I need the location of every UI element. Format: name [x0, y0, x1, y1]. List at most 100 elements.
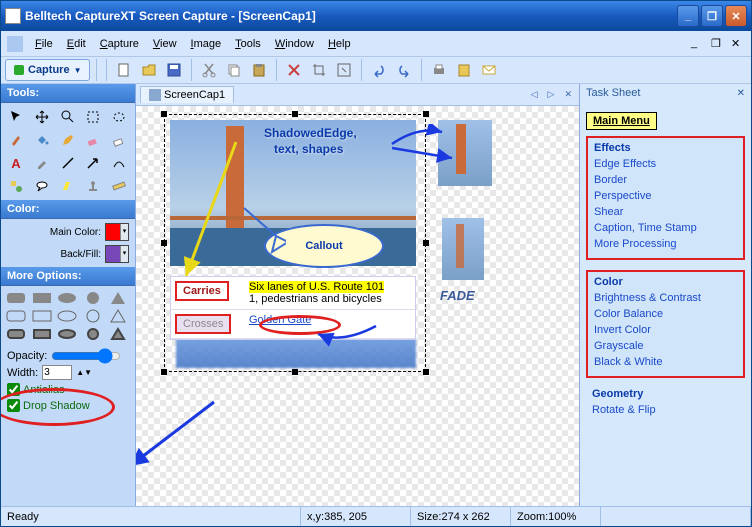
task-link[interactable]: Black & White — [594, 354, 737, 370]
menu-file[interactable]: File — [29, 36, 59, 52]
select-ellipse-tool[interactable] — [107, 106, 131, 128]
task-panel: Task Sheet ✕ Main Menu Effects Edge Effe… — [579, 84, 751, 506]
menu-view[interactable]: View — [147, 36, 183, 52]
menu-image[interactable]: Image — [185, 36, 228, 52]
main-color-label: Main Color: — [7, 227, 101, 238]
shape-rect-fill[interactable] — [31, 290, 53, 306]
golden-gate-link[interactable]: Golden Gate — [249, 314, 311, 326]
print-button[interactable] — [428, 59, 450, 81]
undo-button[interactable] — [368, 59, 390, 81]
main-color-swatch[interactable]: ▾ — [105, 223, 129, 241]
shape-ellipse-outline[interactable] — [56, 308, 78, 324]
select-rect-tool[interactable] — [81, 106, 105, 128]
mdi-restore[interactable]: ❐ — [711, 37, 725, 51]
canvas[interactable]: ShadowedEdge, text, shapes Callout Carri… — [136, 106, 579, 506]
maximize-button[interactable]: ❐ — [701, 5, 723, 27]
document-tab[interactable]: ScreenCap1 — [140, 86, 234, 103]
copy-button[interactable] — [223, 59, 245, 81]
shape-ellipse-fill[interactable] — [56, 290, 78, 306]
tab-prev[interactable]: ◁ — [528, 89, 541, 100]
antialias-checkbox[interactable] — [7, 383, 20, 396]
cut-button[interactable] — [198, 59, 220, 81]
tab-next[interactable]: ▷ — [545, 89, 558, 100]
task-link[interactable]: Invert Color — [594, 322, 737, 338]
task-link[interactable]: Perspective — [594, 188, 737, 204]
status-coords: x,y:385, 205 — [301, 507, 411, 526]
task-link[interactable]: Rotate & Flip — [592, 402, 739, 418]
shape-rect-thick[interactable] — [31, 326, 53, 342]
document-tabbar: ScreenCap1 ◁ ▷ ✕ — [136, 84, 579, 106]
measure-tool[interactable] — [107, 175, 131, 197]
crop-button[interactable] — [308, 59, 330, 81]
task-link[interactable]: Caption, Time Stamp — [594, 220, 737, 236]
stamp-tool[interactable] — [81, 175, 105, 197]
tab-label: ScreenCap1 — [164, 89, 225, 101]
shape-ellipse-thick[interactable] — [56, 326, 78, 342]
brush-tool[interactable] — [4, 129, 28, 151]
redo-button[interactable] — [393, 59, 415, 81]
capture-dot-icon — [14, 65, 24, 75]
mdi-minimize[interactable]: _ — [691, 37, 705, 51]
task-link[interactable]: Grayscale — [594, 338, 737, 354]
status-ready: Ready — [1, 507, 301, 526]
tab-close[interactable]: ✕ — [561, 89, 575, 100]
clipboard-button[interactable] — [453, 59, 475, 81]
task-link[interactable]: Edge Effects — [594, 156, 737, 172]
minimize-button[interactable]: _ — [677, 5, 699, 27]
shape-rect-outline[interactable] — [31, 308, 53, 324]
task-link[interactable]: Color Balance — [594, 306, 737, 322]
eraser2-tool[interactable] — [81, 129, 105, 151]
menu-tools[interactable]: Tools — [229, 36, 267, 52]
callout-tool[interactable] — [30, 175, 54, 197]
pencil-tool[interactable] — [56, 129, 80, 151]
shadow-annotation-l1: ShadowedEdge, — [264, 126, 357, 140]
shape-circle-outline[interactable] — [82, 308, 104, 324]
menu-edit[interactable]: Edit — [61, 36, 92, 52]
menu-help[interactable]: Help — [322, 36, 357, 52]
menu-capture[interactable]: Capture — [94, 36, 145, 52]
image-shadow — [176, 338, 416, 368]
save-button[interactable] — [163, 59, 185, 81]
arrow-tool[interactable] — [81, 152, 105, 174]
shape-circle-thick[interactable] — [82, 326, 104, 342]
eyedropper-tool[interactable] — [30, 152, 54, 174]
shape-roundrect-outline[interactable] — [5, 308, 27, 324]
delete-button[interactable] — [283, 59, 305, 81]
line-tool[interactable] — [56, 152, 80, 174]
shape-tool[interactable] — [4, 175, 28, 197]
mdi-close[interactable]: ✕ — [731, 37, 745, 51]
task-close[interactable]: ✕ — [737, 88, 745, 99]
mail-button[interactable] — [478, 59, 500, 81]
opacity-label: Opacity: — [7, 350, 47, 362]
shape-triangle-fill[interactable] — [107, 290, 129, 306]
paste-button[interactable] — [248, 59, 270, 81]
opacity-slider[interactable] — [51, 350, 121, 362]
curve-tool[interactable] — [107, 152, 131, 174]
pointer-tool[interactable] — [4, 106, 28, 128]
task-link[interactable]: Shear — [594, 204, 737, 220]
carries-cell: Carries — [175, 281, 229, 301]
task-link[interactable]: More Processing — [594, 236, 737, 252]
text-tool[interactable]: A — [4, 152, 28, 174]
width-input[interactable] — [42, 365, 72, 380]
menu-window[interactable]: Window — [269, 36, 320, 52]
new-button[interactable] — [113, 59, 135, 81]
capture-button[interactable]: Capture ▼ — [5, 59, 90, 81]
task-link[interactable]: Border — [594, 172, 737, 188]
fill-tool[interactable] — [30, 129, 54, 151]
highlight-tool[interactable] — [56, 175, 80, 197]
eraser-tool[interactable] — [107, 129, 131, 151]
resize-button[interactable] — [333, 59, 355, 81]
shape-triangle-outline[interactable] — [107, 308, 129, 324]
shape-roundrect-thick[interactable] — [5, 326, 27, 342]
zoom-tool[interactable] — [56, 106, 80, 128]
shape-roundrect-fill[interactable] — [5, 290, 27, 306]
shape-circle-fill[interactable] — [82, 290, 104, 306]
task-link[interactable]: Brightness & Contrast — [594, 290, 737, 306]
move-tool[interactable] — [30, 106, 54, 128]
close-button[interactable]: ✕ — [725, 5, 747, 27]
drop-shadow-checkbox[interactable] — [7, 399, 20, 412]
open-button[interactable] — [138, 59, 160, 81]
shape-triangle-thick[interactable] — [107, 326, 129, 342]
back-fill-swatch[interactable]: ▾ — [105, 245, 129, 263]
